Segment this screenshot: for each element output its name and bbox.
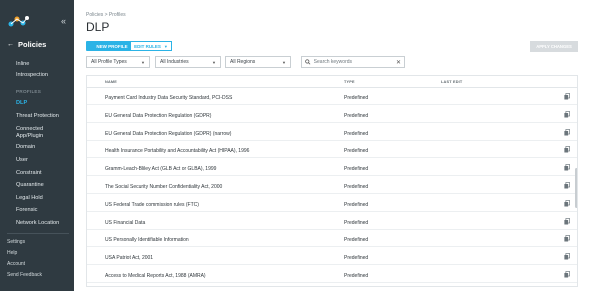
row-name: US Personally Identifiable Information: [105, 237, 189, 244]
table-row[interactable]: USA Patriot Act, 2001 Predefined: [87, 250, 577, 266]
table-row[interactable]: The Social Security Number Confidentiali…: [87, 179, 577, 194]
copy-icon[interactable]: [564, 182, 570, 189]
industry-select[interactable]: All Industries ▼: [155, 56, 221, 68]
copy-icon[interactable]: [564, 235, 570, 242]
row-name: Health Insurance Portability and Account…: [105, 148, 250, 155]
row-name: USA Patriot Act, 2001: [105, 255, 154, 262]
sidebar-heading[interactable]: ← Policies: [7, 40, 46, 49]
sidebar-section-profiles: PROFILES: [16, 89, 42, 94]
row-name: The Social Security Number Confidentiali…: [105, 184, 223, 190]
copy-icon[interactable]: [564, 128, 570, 136]
breadcrumb[interactable]: Policies > Profiles: [86, 12, 126, 18]
row-type: Predefined: [344, 130, 369, 137]
industry-value: All Industries: [160, 59, 189, 65]
sidebar-item-quarantine[interactable]: Quarantine: [16, 182, 44, 188]
row-name: EU General Data Protection Regulation (G…: [105, 112, 212, 119]
row-type: Predefined: [344, 201, 369, 208]
copy-icon[interactable]: [564, 110, 570, 118]
sidebar-item-domain[interactable]: Domain: [16, 144, 35, 150]
table-row[interactable]: EU General Data Protection Regulation (G…: [87, 108, 577, 123]
region-select[interactable]: All Regions ▼: [225, 56, 291, 68]
copy-icon[interactable]: [564, 199, 570, 207]
copy-icon[interactable]: [564, 253, 570, 260]
copy-icon[interactable]: [564, 164, 570, 171]
search-input[interactable]: [313, 59, 393, 65]
sidebar-item-dlp[interactable]: DLP: [16, 100, 27, 106]
app-window: « ← Policies Inline Introspection PROFIL…: [0, 0, 590, 291]
copy-icon[interactable]: [564, 146, 570, 153]
row-type: Predefined: [344, 219, 369, 226]
row-type: Predefined: [344, 148, 369, 155]
collapse-chevron-icon[interactable]: «: [61, 16, 66, 26]
sidebar-item-introspection[interactable]: Introspection: [16, 72, 48, 78]
table-row[interactable]: Access to Medical Reports Act, 1988 (AMR…: [87, 268, 577, 283]
table-row[interactable]: Gramm-Leach-Bliley Act (GLB Act or GLBA)…: [87, 161, 577, 177]
search-icon: [305, 59, 311, 65]
dropdown-caret-icon: ▼: [163, 43, 168, 49]
sidebar-item-inline[interactable]: Inline: [16, 61, 29, 67]
sidebar-item-user[interactable]: User: [16, 157, 28, 163]
back-arrow-icon: ←: [7, 41, 14, 48]
sidebar-footer-send-feedback[interactable]: Send Feedback: [7, 272, 42, 278]
table-row[interactable]: US Federal Trade commission rules (FTC) P…: [87, 197, 577, 212]
sidebar-item-forensic[interactable]: Forensic: [16, 207, 37, 213]
row-name: Access to Medical Reports Act, 1988 (AMR…: [105, 273, 206, 279]
row-type: Predefined: [344, 273, 369, 279]
table-row[interactable]: Payment Card Industry Data Security Stan…: [87, 90, 577, 105]
table-row[interactable]: Health Insurance Portability and Account…: [87, 143, 577, 159]
column-header-name[interactable]: NAME: [105, 80, 117, 84]
search-box[interactable]: ✕: [301, 56, 405, 68]
table-header: NAME TYPE LAST EDIT: [87, 76, 577, 88]
row-type: Predefined: [344, 237, 369, 244]
copy-icon[interactable]: [564, 93, 570, 100]
dropdown-caret-icon: ▼: [282, 59, 286, 65]
sidebar-heading-label: Policies: [18, 40, 47, 49]
table-scrollbar[interactable]: [575, 168, 577, 208]
table-row[interactable]: US Personally Identifiable Information Pr…: [87, 232, 577, 248]
sidebar-item-connected-app[interactable]: Connected App/Plugin: [16, 126, 66, 140]
table-row[interactable]: US Financial Data Predefined: [87, 215, 577, 230]
dropdown-caret-icon: ▼: [212, 59, 216, 65]
sidebar-footer-help[interactable]: Help: [7, 250, 17, 256]
dropdown-caret-icon: ▼: [141, 59, 145, 65]
copy-icon[interactable]: [564, 271, 570, 278]
row-name: US Federal Trade commission rules (FTC): [105, 201, 199, 208]
apply-changes-button[interactable]: APPLY CHANGES: [530, 41, 578, 52]
profiles-table: NAME TYPE LAST EDIT Payment Card Industr…: [86, 75, 578, 287]
profile-type-value: All Profile Types: [91, 59, 127, 65]
sidebar-footer-settings[interactable]: Settings: [7, 239, 25, 245]
column-header-last-edit[interactable]: LAST EDIT: [441, 80, 462, 84]
row-name: EU General Data Protection Regulation (G…: [105, 130, 232, 137]
sidebar-item-threat-protection[interactable]: Threat Protection: [16, 113, 59, 119]
row-type: Predefined: [344, 95, 369, 101]
region-value: All Regions: [230, 59, 256, 65]
copy-icon[interactable]: [564, 217, 570, 225]
row-type: Predefined: [344, 166, 369, 173]
sidebar-footer-account[interactable]: Account: [7, 261, 25, 267]
sidebar-item-network-location[interactable]: Network Location: [16, 220, 59, 226]
row-type: Predefined: [344, 255, 369, 262]
row-name: Gramm-Leach-Bliley Act (GLB Act or GLBA)…: [105, 166, 217, 173]
main-content: Policies > Profiles DLP NEW PROFILE EDIT…: [74, 0, 590, 291]
row-name: Payment Card Industry Data Security Stan…: [105, 95, 233, 101]
edit-rules-button[interactable]: EDIT RULES ▼: [130, 41, 172, 51]
sidebar-item-constraint[interactable]: Constraint: [16, 170, 42, 176]
table-row[interactable]: EU General Data Protection Regulation (G…: [87, 126, 577, 141]
sidebar-divider: [7, 233, 69, 234]
profile-type-select[interactable]: All Profile Types ▼: [86, 56, 150, 68]
row-type: Predefined: [344, 112, 369, 119]
column-header-type[interactable]: TYPE: [344, 80, 355, 84]
clear-x-icon[interactable]: ✕: [396, 59, 401, 66]
row-type: Predefined: [344, 184, 369, 190]
sidebar: « ← Policies Inline Introspection PROFIL…: [0, 0, 74, 291]
row-name: US Financial Data: [105, 219, 146, 226]
page-title: DLP: [86, 20, 110, 34]
edit-rules-label: EDIT RULES: [134, 43, 161, 49]
sidebar-item-legal-hold[interactable]: Legal Hold: [16, 195, 43, 201]
logo-icon: [8, 16, 29, 27]
